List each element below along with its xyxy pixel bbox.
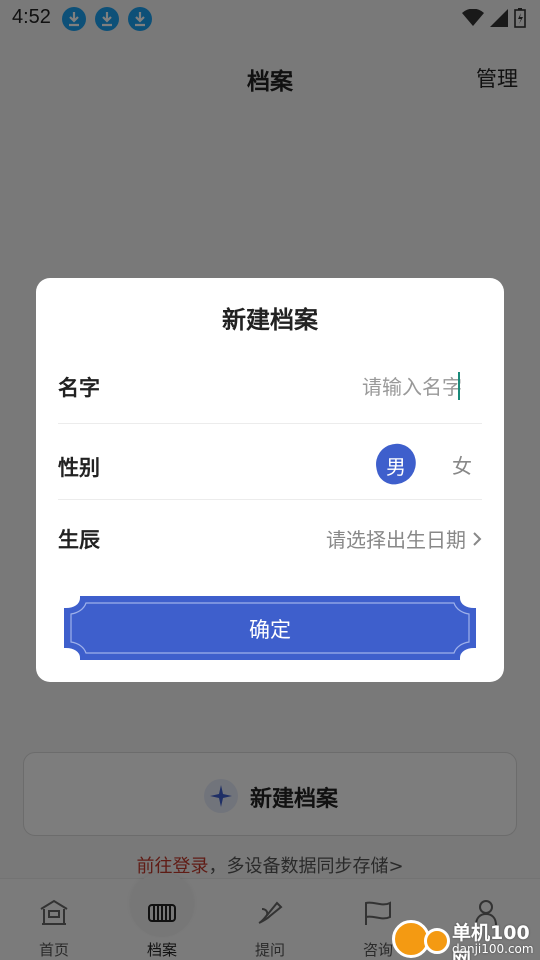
text-cursor (458, 372, 460, 400)
chevron-right-icon (473, 531, 482, 546)
confirm-button[interactable]: 确定 (58, 596, 482, 660)
watermark: 单机100网 danji100.com (392, 918, 540, 960)
name-input[interactable] (242, 372, 462, 402)
watermark-url: danji100.com (452, 942, 534, 956)
new-archive-dialog: 新建档案 名字 性别 男 女 生辰 请选择出生日期 确定 (36, 278, 504, 682)
gender-label: 性别 (58, 456, 100, 480)
confirm-label: 确定 (249, 618, 291, 642)
gender-male-label: 男 (386, 455, 406, 479)
gender-female-option[interactable]: 女 (452, 450, 472, 479)
birth-row[interactable]: 生辰 请选择出生日期 (58, 500, 482, 576)
watermark-logo (424, 928, 450, 954)
birth-label: 生辰 (58, 528, 100, 552)
gender-male-option[interactable]: 男 (372, 440, 420, 488)
name-label: 名字 (58, 376, 100, 400)
name-row: 名字 (58, 348, 482, 424)
dialog-title: 新建档案 (222, 306, 318, 334)
birth-placeholder: 请选择出生日期 (326, 528, 466, 552)
birth-date-picker[interactable]: 请选择出生日期 (326, 524, 482, 553)
gender-row: 性别 男 女 (58, 424, 482, 500)
